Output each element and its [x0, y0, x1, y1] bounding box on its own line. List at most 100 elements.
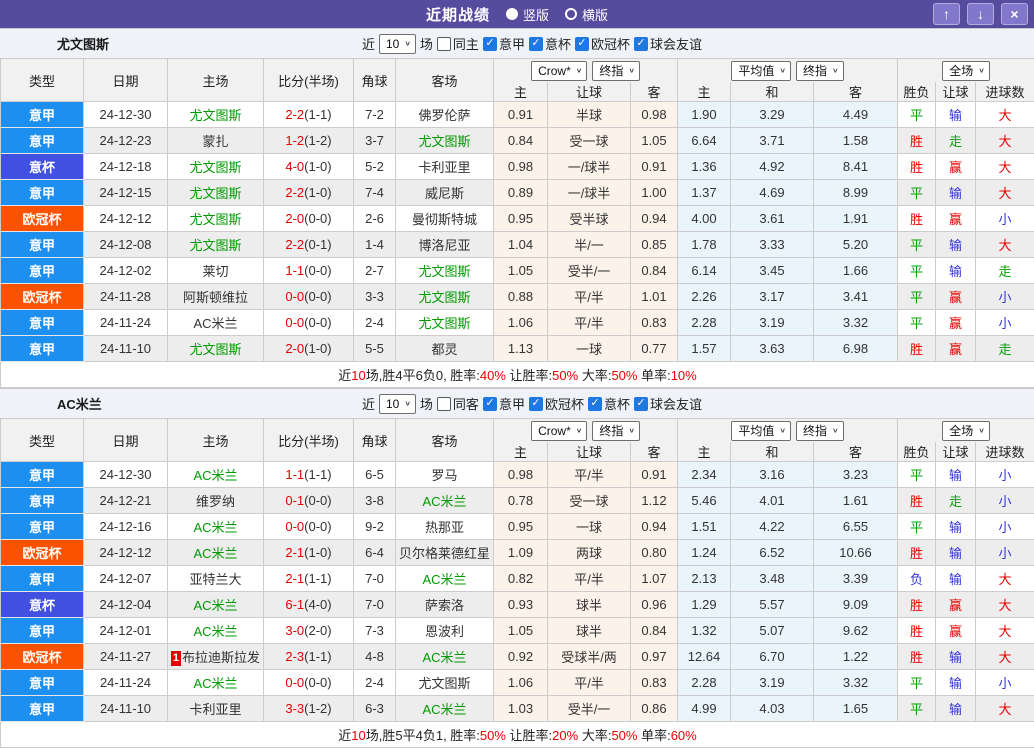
col-header: 日期	[84, 59, 168, 102]
asia-home-odds: 0.93	[494, 592, 548, 618]
europe-source-select[interactable]: 平均值∨	[731, 61, 791, 81]
goals-result: 大	[976, 128, 1034, 154]
home-team-name: AC米兰	[193, 546, 237, 561]
europe-draw-odds: 5.57	[731, 592, 814, 618]
league-checkbox-4[interactable]: 球会友谊	[634, 34, 702, 53]
match-row: 欧冠杯24-11-271布拉迪斯拉发2-3(1-1)4-8AC米兰0.92受球半…	[1, 644, 1034, 670]
asia-away-odds: 0.94	[631, 206, 678, 232]
layout-radio-vertical[interactable]: 竖版	[506, 5, 549, 24]
asia-away-odds: 1.12	[631, 488, 678, 514]
home-team-name: 卡利亚里	[189, 702, 241, 717]
match-row: 意甲24-11-10尤文图斯2-0(1-0)5-5都灵1.13一球0.771.5…	[1, 336, 1034, 362]
home-team: 莱切	[168, 258, 264, 284]
away-team: 尤文图斯	[396, 128, 494, 154]
summary-text: 近10场,胜4平6负0, 胜率:40% 让胜率:50% 大率:50% 单率:10…	[1, 362, 1034, 388]
away-team-name: 佛罗伦萨	[418, 108, 470, 123]
europe-home-odds: 1.36	[678, 154, 731, 180]
half-time-score: (1-0)	[304, 159, 331, 174]
goals-result: 大	[976, 618, 1034, 644]
europe-away-odds: 1.22	[814, 644, 898, 670]
asia-home-odds: 0.95	[494, 514, 548, 540]
europe-stage-select[interactable]: 终指∨	[796, 421, 844, 441]
close-button[interactable]: ×	[1001, 3, 1028, 25]
home-team: AC米兰	[168, 462, 264, 488]
europe-home-odds: 1.29	[678, 592, 731, 618]
away-team: 曼彻斯特城	[396, 206, 494, 232]
europe-stage-select[interactable]: 终指∨	[796, 61, 844, 81]
asia-home-odds: 0.95	[494, 206, 548, 232]
europe-home-odds: 1.78	[678, 232, 731, 258]
away-team: 萨索洛	[396, 592, 494, 618]
match-count-select[interactable]: 10∨	[379, 394, 416, 414]
league-checkbox-4[interactable]: 球会友谊	[634, 394, 702, 413]
league-checkbox-2[interactable]: 欧冠杯	[529, 394, 584, 413]
league-checkbox-1[interactable]: 意甲	[483, 394, 525, 413]
layout-radio-horizontal[interactable]: 横版	[565, 5, 608, 24]
match-filter: 近10∨场同主意甲意杯欧冠杯球会友谊	[362, 34, 702, 54]
match-result: 胜	[898, 154, 936, 180]
goals-result: 小	[976, 670, 1034, 696]
league-checkbox-2[interactable]: 意杯	[529, 34, 571, 53]
odds-stage-select[interactable]: 终指∨	[592, 61, 640, 81]
europe-away-odds: 3.32	[814, 670, 898, 696]
half-time-score: (1-2)	[304, 133, 331, 148]
score: 2-3(1-1)	[264, 644, 354, 670]
europe-home-odds: 4.00	[678, 206, 731, 232]
bookmaker-select[interactable]: Crow*∨	[531, 421, 587, 441]
odds-stage-select[interactable]: 终指∨	[592, 421, 640, 441]
handicap-result: 输	[936, 462, 976, 488]
match-row: 欧冠杯24-11-28阿斯顿维拉0-0(0-0)3-3尤文图斯0.88平/半1.…	[1, 284, 1034, 310]
move-down-button[interactable]: ↓	[967, 3, 994, 25]
europe-source-select[interactable]: 平均值∨	[731, 421, 791, 441]
full-time-score: 0-0	[285, 315, 304, 330]
move-up-button[interactable]: ↑	[933, 3, 960, 25]
handicap-result: 输	[936, 514, 976, 540]
match-result: 平	[898, 180, 936, 206]
same-venue-checkbox[interactable]: 同客	[437, 394, 479, 413]
home-team: AC米兰	[168, 514, 264, 540]
asia-away-odds: 0.84	[631, 618, 678, 644]
half-time-score: (0-0)	[304, 675, 331, 690]
half-time-score: (0-0)	[304, 263, 331, 278]
asia-away-odds: 0.94	[631, 514, 678, 540]
bookmaker-select[interactable]: Crow*∨	[531, 61, 587, 81]
away-team: 尤文图斯	[396, 310, 494, 336]
corner-count: 3-8	[354, 488, 396, 514]
match-filter: 近10∨场同客意甲欧冠杯意杯球会友谊	[362, 394, 702, 414]
full-time-score: 2-0	[285, 211, 304, 226]
league-checkbox-1[interactable]: 意甲	[483, 34, 525, 53]
checkbox-label: 欧冠杯	[591, 34, 630, 53]
home-team-name: 尤文图斯	[189, 186, 241, 201]
handicap-result: 输	[936, 232, 976, 258]
match-row: 意甲24-12-16AC米兰0-0(0-0)9-2热那亚0.95一球0.941.…	[1, 514, 1034, 540]
handicap-result: 输	[936, 102, 976, 128]
league-checkbox-3[interactable]: 欧冠杯	[575, 34, 630, 53]
home-team: 尤文图斯	[168, 102, 264, 128]
match-date: 24-12-15	[84, 180, 168, 206]
handicap-line: 球半	[548, 592, 631, 618]
summary-label: 让胜率:	[506, 728, 552, 743]
europe-home-odds: 6.14	[678, 258, 731, 284]
asia-away-odds: 0.83	[631, 670, 678, 696]
scope-select[interactable]: 全场∨	[942, 421, 990, 441]
league-badge: 意甲	[1, 488, 84, 514]
league-badge: 欧冠杯	[1, 284, 84, 310]
league-checkbox-3[interactable]: 意杯	[588, 394, 630, 413]
half-time-score: (0-0)	[304, 519, 331, 534]
handicap-result: 输	[936, 644, 976, 670]
score: 2-1(1-1)	[264, 566, 354, 592]
handicap-line: 受半球	[548, 206, 631, 232]
match-row: 欧冠杯24-12-12尤文图斯2-0(0-0)2-6曼彻斯特城0.95受半球0.…	[1, 206, 1034, 232]
half-time-score: (1-0)	[304, 185, 331, 200]
europe-draw-odds: 3.19	[731, 310, 814, 336]
asia-away-odds: 0.86	[631, 696, 678, 722]
same-venue-checkbox[interactable]: 同主	[437, 34, 479, 53]
league-badge: 意甲	[1, 102, 84, 128]
corner-count: 6-3	[354, 696, 396, 722]
chevron-down-icon: ∨	[978, 67, 985, 74]
match-count-select[interactable]: 10∨	[379, 34, 416, 54]
scope-select[interactable]: 全场∨	[942, 61, 990, 81]
league-badge: 意甲	[1, 180, 84, 206]
asia-away-odds: 0.84	[631, 258, 678, 284]
corner-count: 3-3	[354, 284, 396, 310]
